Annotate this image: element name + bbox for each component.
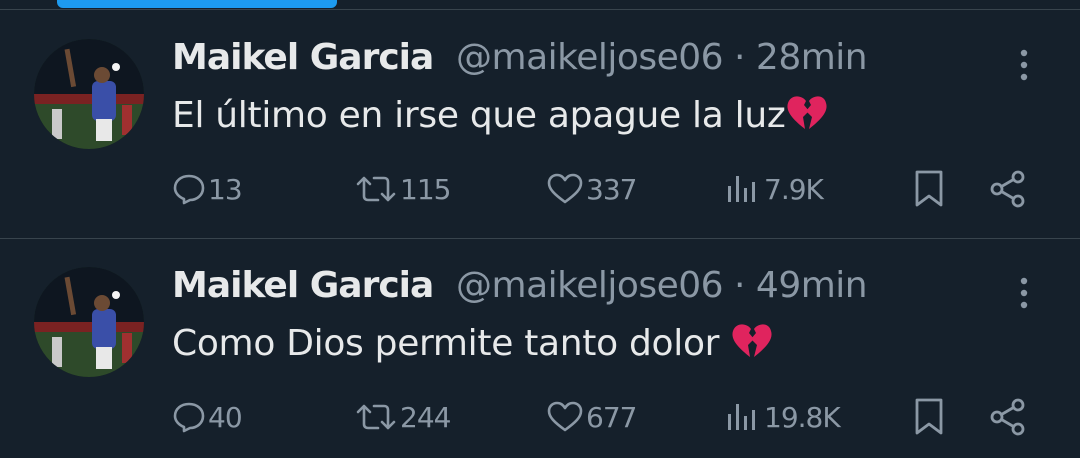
avatar[interactable]: [34, 39, 144, 149]
views-count: 7.9K: [764, 172, 824, 206]
bookmark-icon[interactable]: [912, 169, 946, 213]
avatar-photo-icon: [34, 267, 144, 377]
broken-heart-icon: [787, 96, 827, 129]
share-icon[interactable]: [988, 169, 1028, 213]
active-tab-indicator: [57, 0, 337, 8]
reply-count: 13: [208, 172, 243, 206]
tweet[interactable]: Maikel Garcia @maikeljose06 · 49min Como…: [0, 239, 1080, 458]
author-handle-time[interactable]: @maikeljose06 · 49min: [456, 265, 868, 306]
repost-button[interactable]: 115: [354, 167, 451, 211]
heart-icon: [547, 401, 583, 432]
reply-button[interactable]: 13: [172, 167, 243, 211]
timeline-screen: Maikel Garcia @maikeljose06 · 28min El ú…: [0, 0, 1080, 458]
tweet-text: El último en irse que apague la luz: [172, 95, 786, 136]
repost-icon: [356, 176, 396, 202]
tweet-text-container: El último en irse que apague la luz: [172, 93, 829, 136]
top-tab-bar: [0, 0, 1080, 10]
like-count: 337: [586, 172, 637, 206]
tweet-actions: 40 244 677 19.8K: [0, 395, 1080, 439]
repost-count: 244: [400, 400, 451, 434]
bookmark-icon[interactable]: [912, 397, 946, 441]
avatar[interactable]: [34, 267, 144, 377]
more-options-icon[interactable]: [1012, 45, 1036, 85]
views-chart-icon: [728, 404, 755, 430]
repost-icon: [356, 404, 396, 430]
author-name[interactable]: Maikel Garcia: [172, 37, 434, 78]
views-button[interactable]: 19.8K: [724, 395, 841, 439]
reply-icon: [173, 402, 205, 433]
author-name[interactable]: Maikel Garcia: [172, 265, 434, 306]
views-button[interactable]: 7.9K: [724, 167, 824, 211]
reply-count: 40: [208, 400, 243, 434]
tweet-text: Como Dios permite tanto dolor: [172, 323, 731, 364]
tweet-text-container: Como Dios permite tanto dolor: [172, 321, 774, 364]
avatar-photo-icon: [34, 39, 144, 149]
repost-count: 115: [400, 172, 451, 206]
views-count: 19.8K: [764, 400, 841, 434]
like-count: 677: [586, 400, 637, 434]
author-handle-time[interactable]: @maikeljose06 · 28min: [456, 37, 868, 78]
like-button[interactable]: 677: [546, 395, 637, 439]
views-chart-icon: [728, 176, 755, 202]
repost-button[interactable]: 244: [354, 395, 451, 439]
share-icon[interactable]: [988, 397, 1028, 441]
like-button[interactable]: 337: [546, 167, 637, 211]
tweet-actions: 13 115 337 7.9K: [0, 167, 1080, 211]
heart-icon: [547, 173, 583, 204]
reply-icon: [173, 174, 205, 205]
broken-heart-icon: [732, 324, 772, 357]
more-options-icon[interactable]: [1012, 273, 1036, 313]
reply-button[interactable]: 40: [172, 395, 243, 439]
tweet[interactable]: Maikel Garcia @maikeljose06 · 28min El ú…: [0, 11, 1080, 239]
